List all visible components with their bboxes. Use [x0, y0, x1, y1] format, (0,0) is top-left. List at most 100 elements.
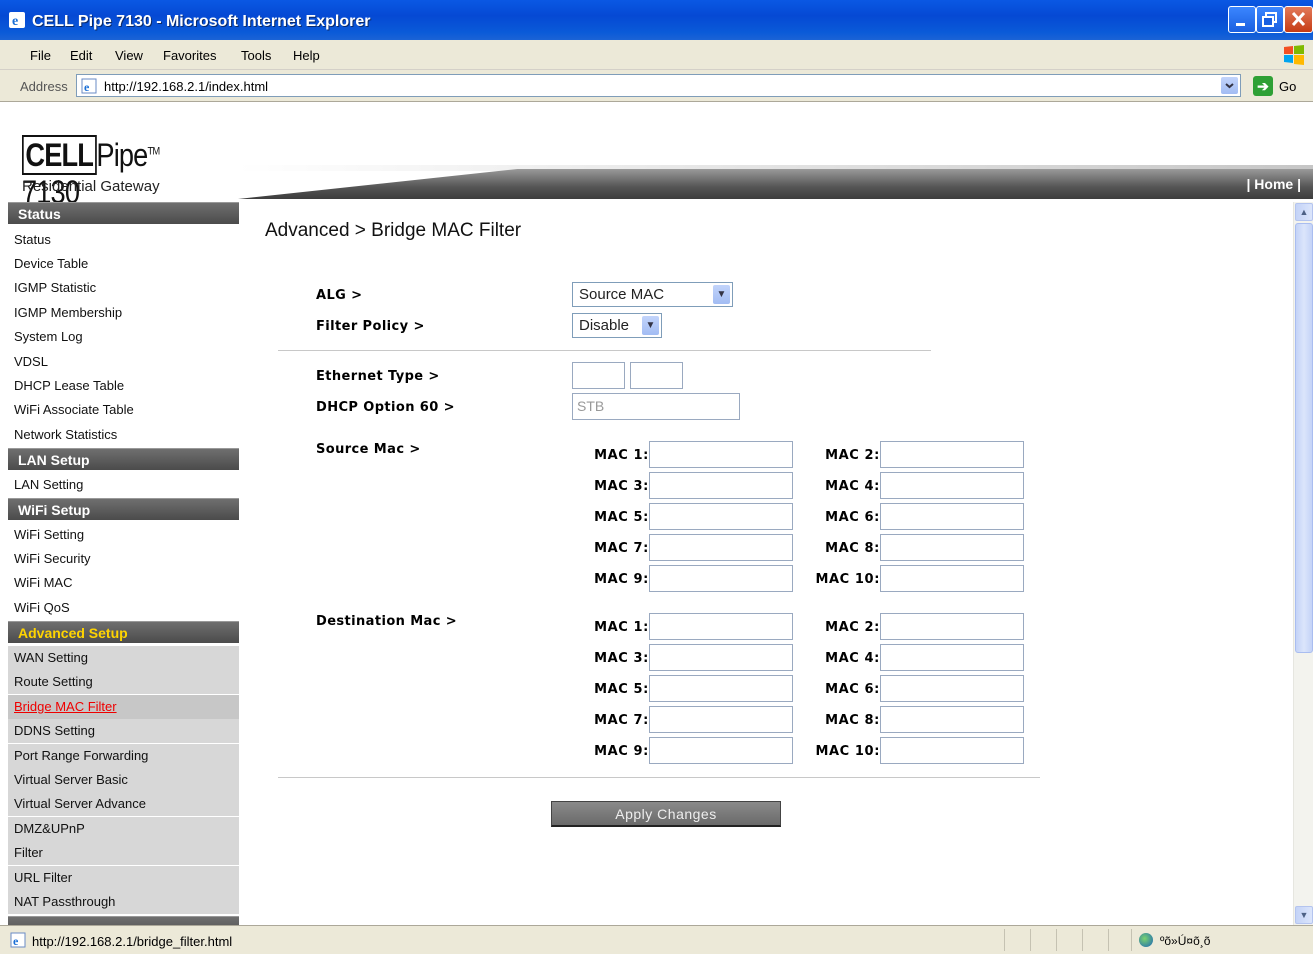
- status-separator: [1056, 929, 1057, 951]
- close-button[interactable]: [1284, 6, 1313, 33]
- source-mac-8-input[interactable]: [880, 534, 1024, 561]
- address-dropdown-button[interactable]: [1221, 77, 1238, 94]
- ethernet-type-input-2[interactable]: [630, 362, 683, 389]
- source-mac-6-input[interactable]: [880, 503, 1024, 530]
- sidebar-item-ddns-setting[interactable]: DDNS Setting: [8, 719, 239, 743]
- sidebar-item-igmp-statistic[interactable]: IGMP Statistic: [8, 276, 239, 300]
- sidebar-item-device-table[interactable]: Device Table: [8, 252, 239, 276]
- source-mac-2-input[interactable]: [880, 441, 1024, 468]
- logo-subtitle: Residential Gateway: [22, 178, 160, 195]
- main-content: Advanced > Bridge MAC Filter ALG > Sourc…: [239, 202, 1293, 925]
- source-mac-9-label: MAC 9:: [594, 572, 649, 587]
- sidebar-item-wifi-mac[interactable]: WiFi MAC: [8, 571, 239, 595]
- ethernet-type-label: Ethernet Type >: [316, 369, 440, 384]
- maximize-button[interactable]: [1256, 6, 1284, 33]
- sidebar-item-network-statistics[interactable]: Network Statistics: [8, 423, 239, 447]
- sidebar-item-route-setting[interactable]: Route Setting: [8, 670, 239, 694]
- source-mac-3-input[interactable]: [649, 472, 793, 499]
- dest-mac-3-input[interactable]: [649, 644, 793, 671]
- sidebar-nav: Status Status Device Table IGMP Statisti…: [8, 202, 239, 925]
- sidebar-item-nat-passthrough[interactable]: NAT Passthrough: [8, 890, 239, 914]
- home-link[interactable]: | Home |: [1246, 176, 1301, 192]
- source-mac-7-input[interactable]: [649, 534, 793, 561]
- dest-mac-2-label: MAC 2:: [825, 620, 880, 635]
- dhcp-option-60-value: STB: [577, 398, 605, 414]
- scroll-down-button[interactable]: ▼: [1295, 906, 1313, 924]
- header-bar: [238, 169, 1313, 199]
- sidebar-item-dmz-upnp[interactable]: DMZ&UPnP: [8, 817, 239, 841]
- sidebar-item-wifi-setting[interactable]: WiFi Setting: [8, 523, 239, 547]
- menu-view[interactable]: View: [115, 48, 143, 63]
- sidebar-item-wifi-associate-table[interactable]: WiFi Associate Table: [8, 398, 239, 422]
- alg-select[interactable]: Source MAC ▼: [572, 282, 733, 307]
- restore-icon: [1262, 12, 1277, 27]
- vertical-scrollbar[interactable]: ▲ ▼: [1293, 202, 1313, 925]
- source-mac-10-input[interactable]: [880, 565, 1024, 592]
- source-mac-1-input[interactable]: [649, 441, 793, 468]
- source-mac-5-input[interactable]: [649, 503, 793, 530]
- sidebar-item-vdsl[interactable]: VDSL: [8, 350, 239, 374]
- sidebar-item-url-filter[interactable]: URL Filter: [8, 866, 239, 890]
- sidebar-item-lan-setting[interactable]: LAN Setting: [8, 473, 239, 497]
- sidebar-item-filter[interactable]: Filter: [8, 841, 239, 865]
- source-mac-10-label: MAC 10:: [815, 572, 880, 587]
- menu-favorites[interactable]: Favorites: [163, 48, 216, 63]
- status-separator: [1004, 929, 1005, 951]
- dest-mac-10-input[interactable]: [880, 737, 1024, 764]
- dest-mac-4-input[interactable]: [880, 644, 1024, 671]
- sidebar-head-status: Status: [8, 202, 239, 224]
- dest-mac-6-label: MAC 6:: [825, 682, 880, 697]
- address-field[interactable]: e http://192.168.2.1/index.html: [76, 74, 1241, 97]
- filter-policy-select[interactable]: Disable ▼: [572, 313, 662, 338]
- sidebar-item-system-log[interactable]: System Log: [8, 325, 239, 349]
- dest-mac-7-input[interactable]: [649, 706, 793, 733]
- dhcp-option-60-label: DHCP Option 60 >: [316, 400, 455, 415]
- sidebar-item-port-range-forwarding[interactable]: Port Range Forwarding: [8, 744, 239, 768]
- dest-mac-2-input[interactable]: [880, 613, 1024, 640]
- go-arrow-icon[interactable]: ➔: [1253, 76, 1273, 96]
- dest-mac-7-label: MAC 7:: [594, 713, 649, 728]
- sidebar-item-status[interactable]: Status: [8, 228, 239, 252]
- alg-label: ALG >: [316, 288, 363, 303]
- dest-mac-8-input[interactable]: [880, 706, 1024, 733]
- apply-changes-button[interactable]: Apply Changes: [551, 801, 781, 827]
- scroll-thumb[interactable]: [1295, 223, 1313, 653]
- divider: [278, 350, 931, 351]
- sidebar-item-dhcp-lease-table[interactable]: DHCP Lease Table: [8, 374, 239, 398]
- sidebar-item-bridge-mac-filter[interactable]: Bridge MAC Filter: [8, 695, 239, 719]
- dhcp-option-60-input[interactable]: STB: [572, 393, 740, 420]
- source-mac-label: Source Mac >: [316, 442, 421, 457]
- dest-mac-9-label: MAC 9:: [594, 744, 649, 759]
- internet-zone-icon: [1139, 933, 1153, 947]
- filter-policy-select-value: Disable: [579, 317, 630, 334]
- go-button[interactable]: Go: [1279, 79, 1296, 94]
- sidebar-item-wan-setting[interactable]: WAN Setting: [8, 646, 239, 670]
- scroll-up-button[interactable]: ▲: [1295, 203, 1313, 221]
- menu-edit[interactable]: Edit: [70, 48, 92, 63]
- sidebar-item-igmp-membership[interactable]: IGMP Membership: [8, 301, 239, 325]
- sidebar-item-wifi-qos[interactable]: WiFi QoS: [8, 596, 239, 620]
- sidebar-head-advanced-setup: Advanced Setup: [8, 621, 239, 643]
- filter-policy-label: Filter Policy >: [316, 319, 425, 334]
- destination-mac-label: Destination Mac >: [316, 614, 458, 629]
- ethernet-type-input-1[interactable]: [572, 362, 625, 389]
- sidebar-item-virtual-server-basic[interactable]: Virtual Server Basic: [8, 768, 239, 792]
- page-viewport: CELL PipeTM 7130 Residential Gateway | Ho…: [0, 103, 1313, 925]
- sidebar-item-wifi-security[interactable]: WiFi Security: [8, 547, 239, 571]
- minimize-button[interactable]: [1228, 6, 1256, 33]
- menu-file[interactable]: File: [30, 48, 51, 63]
- dest-mac-5-label: MAC 5:: [594, 682, 649, 697]
- dest-mac-9-input[interactable]: [649, 737, 793, 764]
- page-icon: e: [10, 932, 26, 948]
- menu-help[interactable]: Help: [293, 48, 320, 63]
- dest-mac-6-input[interactable]: [880, 675, 1024, 702]
- dest-mac-5-input[interactable]: [649, 675, 793, 702]
- source-mac-1-label: MAC 1:: [594, 448, 649, 463]
- menu-tools[interactable]: Tools: [241, 48, 271, 63]
- source-mac-2-label: MAC 2:: [825, 448, 880, 463]
- source-mac-9-input[interactable]: [649, 565, 793, 592]
- source-mac-4-input[interactable]: [880, 472, 1024, 499]
- dest-mac-1-input[interactable]: [649, 613, 793, 640]
- sidebar-item-virtual-server-advance[interactable]: Virtual Server Advance: [8, 792, 239, 816]
- sidebar-head-lan-setup: LAN Setup: [8, 448, 239, 470]
